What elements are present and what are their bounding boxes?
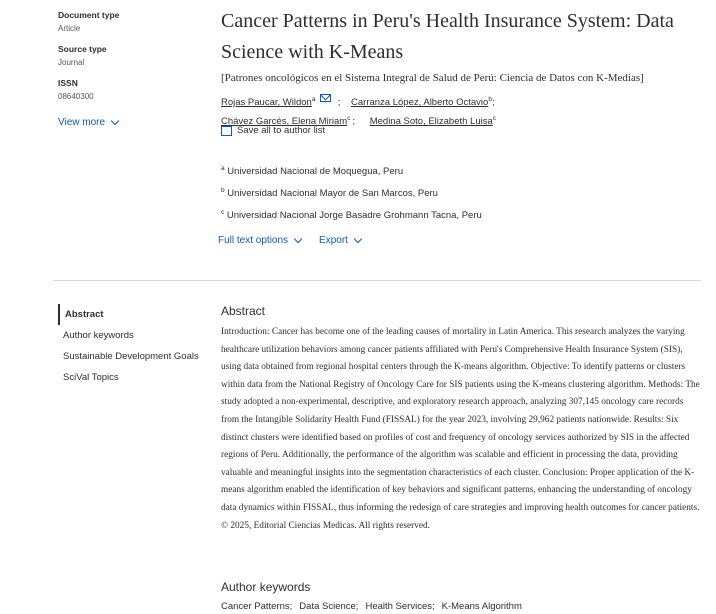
author-list-icon bbox=[221, 125, 232, 136]
keyword: Data Science; bbox=[299, 601, 359, 612]
save-authors-label: Save all to author list bbox=[237, 125, 326, 136]
affil-sup: c bbox=[221, 209, 225, 217]
meta-label: ISSN bbox=[58, 78, 78, 88]
affiliation-list: a Universidad Nacional de Moquegua, Peru… bbox=[221, 159, 482, 225]
full-text-options-button[interactable]: Full text options bbox=[218, 234, 303, 246]
document-metadata: Document type Article Source type Journa… bbox=[58, 9, 198, 130]
affiliation: c Universidad Nacional Jorge Basadre Gro… bbox=[221, 203, 482, 225]
abstract-section: Abstract Introduction: Cancer has become… bbox=[221, 304, 701, 535]
meta-label: Source type bbox=[58, 44, 107, 54]
abstract-text: Introduction: Cancer has become one of t… bbox=[221, 327, 700, 531]
abstract-heading: Abstract bbox=[221, 304, 266, 318]
affil-text: Universidad Nacional de Moquegua, Peru bbox=[227, 166, 404, 178]
nav-item-abstract[interactable]: Abstract bbox=[58, 304, 210, 325]
author-separator: ; bbox=[352, 116, 356, 128]
chevron-down-icon bbox=[110, 116, 120, 126]
author-separator: ; bbox=[337, 97, 341, 109]
nav-item-sdg[interactable]: Sustainable Development Goals bbox=[58, 346, 210, 367]
view-more-button[interactable]: View more bbox=[58, 116, 120, 128]
affil-text: Universidad Nacional Jorge Basadre Grohm… bbox=[226, 210, 482, 222]
author-affil-sup: c bbox=[492, 115, 497, 123]
view-more-label: View more bbox=[58, 117, 106, 128]
author-link[interactable]: Rojas Paucar, Wildon bbox=[221, 97, 312, 108]
keyword: K-Means Algorithm bbox=[441, 601, 522, 612]
affiliation: b Universidad Nacional Mayor de San Marc… bbox=[221, 181, 482, 203]
nav-item-scival-topics[interactable]: SciVal Topics bbox=[58, 367, 210, 388]
email-icon[interactable] bbox=[320, 94, 332, 102]
chevron-down-icon bbox=[353, 234, 363, 244]
nav-item-author-keywords[interactable]: Author keywords bbox=[58, 325, 210, 346]
meta-label: Document type bbox=[58, 10, 120, 20]
affil-sup: b bbox=[221, 187, 225, 195]
export-button[interactable]: Export bbox=[319, 234, 363, 246]
full-text-options-label: Full text options bbox=[218, 235, 289, 246]
section-divider bbox=[53, 280, 701, 281]
meta-value: Article bbox=[58, 24, 81, 33]
author-affil-sup: a bbox=[311, 96, 316, 103]
affil-sup: a bbox=[221, 165, 225, 172]
keyword: Health Services; bbox=[365, 601, 435, 612]
keywords-heading: Author keywords bbox=[221, 580, 311, 594]
article-title: Cancer Patterns in Peru's Health Insuran… bbox=[221, 10, 674, 63]
keyword-list: Cancer Patterns; Data Science; Health Se… bbox=[221, 601, 522, 612]
affiliation: a Universidad Nacional de Moquegua, Peru bbox=[221, 159, 482, 181]
author-separator: ; bbox=[491, 97, 495, 109]
article-actions: Full text options Export bbox=[218, 234, 363, 246]
save-authors-button[interactable]: Save all to author list bbox=[221, 125, 325, 136]
meta-issn: ISSN 08640300 bbox=[58, 77, 198, 103]
author-link[interactable]: Carranza López, Alberto Octavio bbox=[351, 97, 488, 108]
author-link[interactable]: Medina Soto, Elizabeth Luisa bbox=[370, 116, 493, 127]
meta-value: 08640300 bbox=[58, 92, 94, 101]
keyword: Cancer Patterns; bbox=[221, 601, 293, 612]
meta-value: Journal bbox=[58, 58, 85, 67]
meta-source-type: Source type Journal bbox=[58, 43, 198, 69]
export-label: Export bbox=[319, 235, 348, 246]
meta-doc-type: Document type Article bbox=[58, 9, 198, 35]
section-nav: Abstract Author keywords Sustainable Dev… bbox=[58, 304, 210, 388]
author-affil-sup: c bbox=[347, 115, 351, 123]
article-translated-title: [Patrones oncológicos en el Sistema Inte… bbox=[221, 72, 644, 84]
affil-text: Universidad Nacional Mayor de San Marcos… bbox=[227, 188, 438, 200]
article-header: Cancer Patterns in Peru's Health Insuran… bbox=[221, 6, 706, 84]
chevron-down-icon bbox=[293, 234, 303, 244]
